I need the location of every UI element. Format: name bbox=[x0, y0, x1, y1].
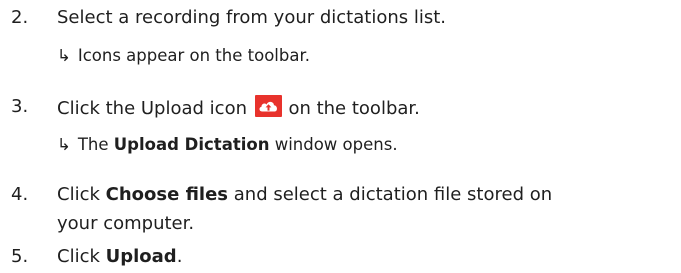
result-text-pre: The bbox=[77, 135, 109, 154]
step-text: Click Choose files and select a dictatio… bbox=[57, 183, 552, 206]
step-text: Click Upload. bbox=[57, 245, 182, 268]
step-text-pre: Click bbox=[57, 246, 100, 267]
step-text: Click the Upload icon on the toolbar. bbox=[57, 95, 420, 120]
step-number: 5. bbox=[11, 246, 29, 267]
choose-files-label: Choose files bbox=[105, 184, 229, 205]
step-text: Select a recording from your dictations … bbox=[57, 7, 447, 28]
step-number: 4. bbox=[11, 184, 29, 205]
result-arrow-icon: ↳ bbox=[57, 135, 71, 154]
upload-cloud-icon bbox=[254, 95, 282, 117]
result-text-post: window opens. bbox=[274, 135, 398, 154]
instruction-steps: 2. Select a recording from your dictatio… bbox=[0, 0, 681, 273]
step-text-post: and select a dictation file stored on bbox=[233, 184, 553, 205]
step-number: 2. bbox=[11, 7, 29, 28]
upload-label: Upload bbox=[105, 246, 177, 267]
step-result: ↳ Icons appear on the toolbar. bbox=[57, 45, 310, 66]
result-window-name: Upload Dictation bbox=[113, 135, 270, 154]
step-text-pre: Click bbox=[57, 184, 100, 205]
step-text-post: . bbox=[176, 246, 183, 267]
result-arrow-icon: ↳ bbox=[57, 46, 71, 65]
step-result: ↳ The Upload Dictation window opens. bbox=[57, 134, 398, 155]
step-number: 3. bbox=[11, 96, 29, 117]
result-text: Icons appear on the toolbar. bbox=[77, 46, 310, 65]
step-text-line2: your computer. bbox=[57, 213, 195, 234]
step-text-before-icon: Click the Upload icon bbox=[57, 98, 247, 119]
step-text-after-icon: on the toolbar. bbox=[288, 98, 420, 119]
